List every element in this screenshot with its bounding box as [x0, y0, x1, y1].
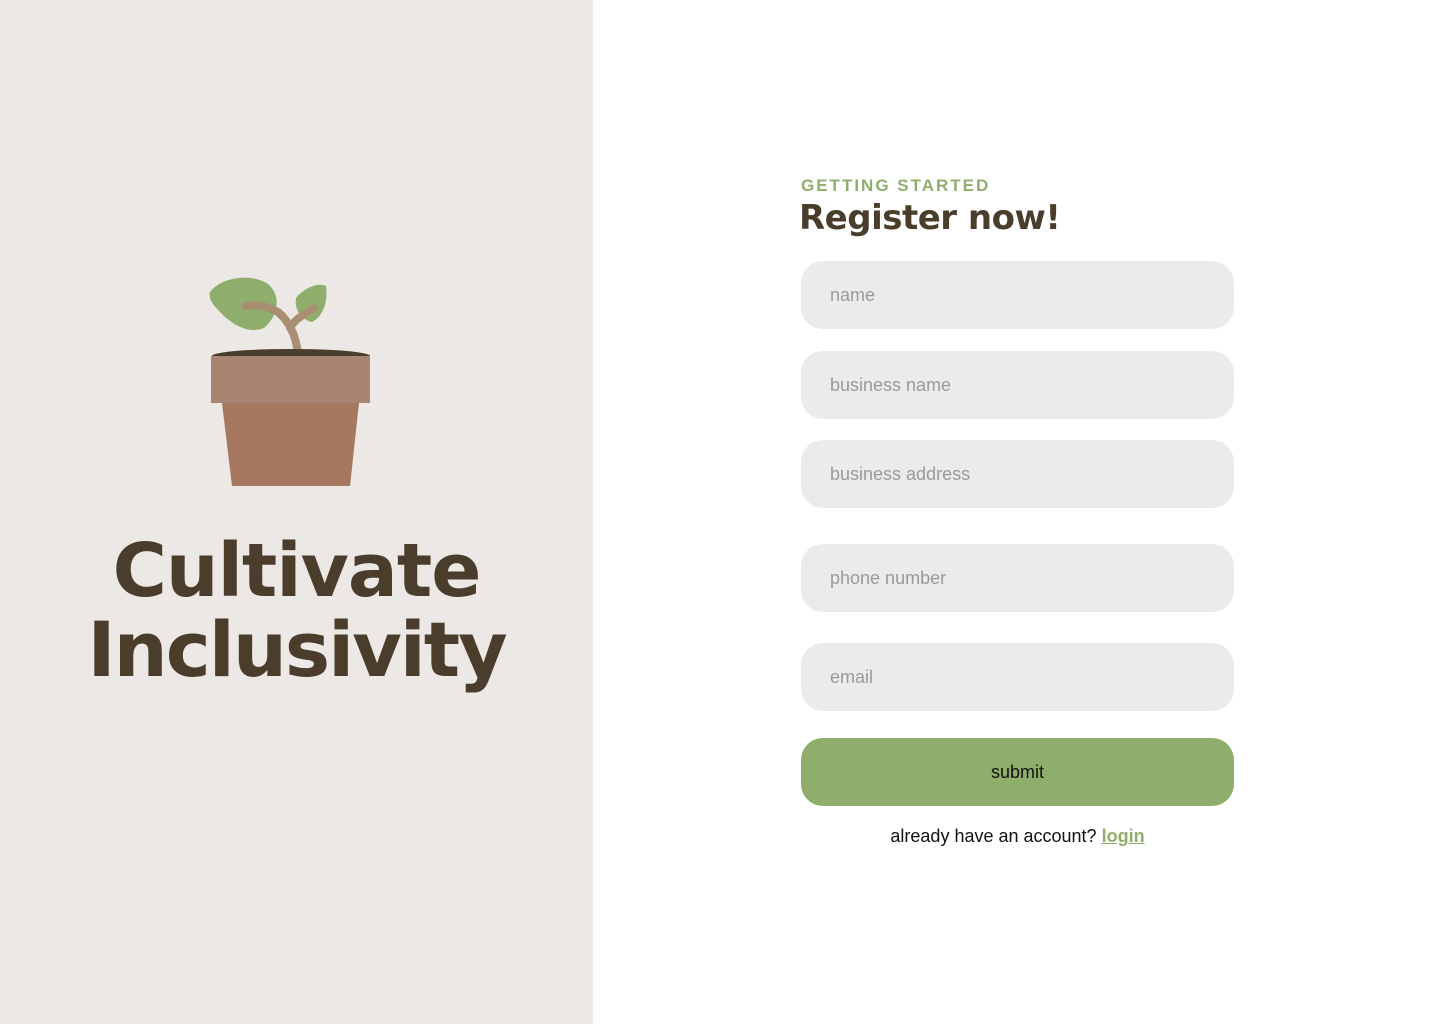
login-link[interactable]: login [1102, 826, 1145, 846]
login-prompt-line: already have an account? login [801, 826, 1234, 847]
form-panel: GETTING STARTED Register now! submit alr… [593, 0, 1440, 1024]
email-input[interactable] [801, 643, 1234, 711]
register-page: Cultivate Inclusivity GETTING STARTED Re… [0, 0, 1440, 1024]
brand-panel: Cultivate Inclusivity [0, 0, 593, 1024]
phone-number-input[interactable] [801, 544, 1234, 612]
register-form: GETTING STARTED Register now! submit alr… [799, 176, 1234, 846]
name-input[interactable] [801, 261, 1234, 329]
business-name-input[interactable] [801, 351, 1234, 419]
form-eyebrow: GETTING STARTED [801, 176, 991, 195]
form-heading: Register now! [799, 198, 1061, 238]
login-prompt-text: already have an account? [890, 826, 1097, 846]
business-address-input[interactable] [801, 440, 1234, 508]
submit-button[interactable]: submit [801, 738, 1234, 806]
pot-rim-shape [211, 356, 370, 403]
pot-body-shape [222, 403, 359, 486]
potted-plant-icon [209, 277, 370, 486]
brand-title-line-1: Cultivate [112, 528, 482, 614]
brand-title-line-2: Inclusivity [87, 605, 507, 694]
